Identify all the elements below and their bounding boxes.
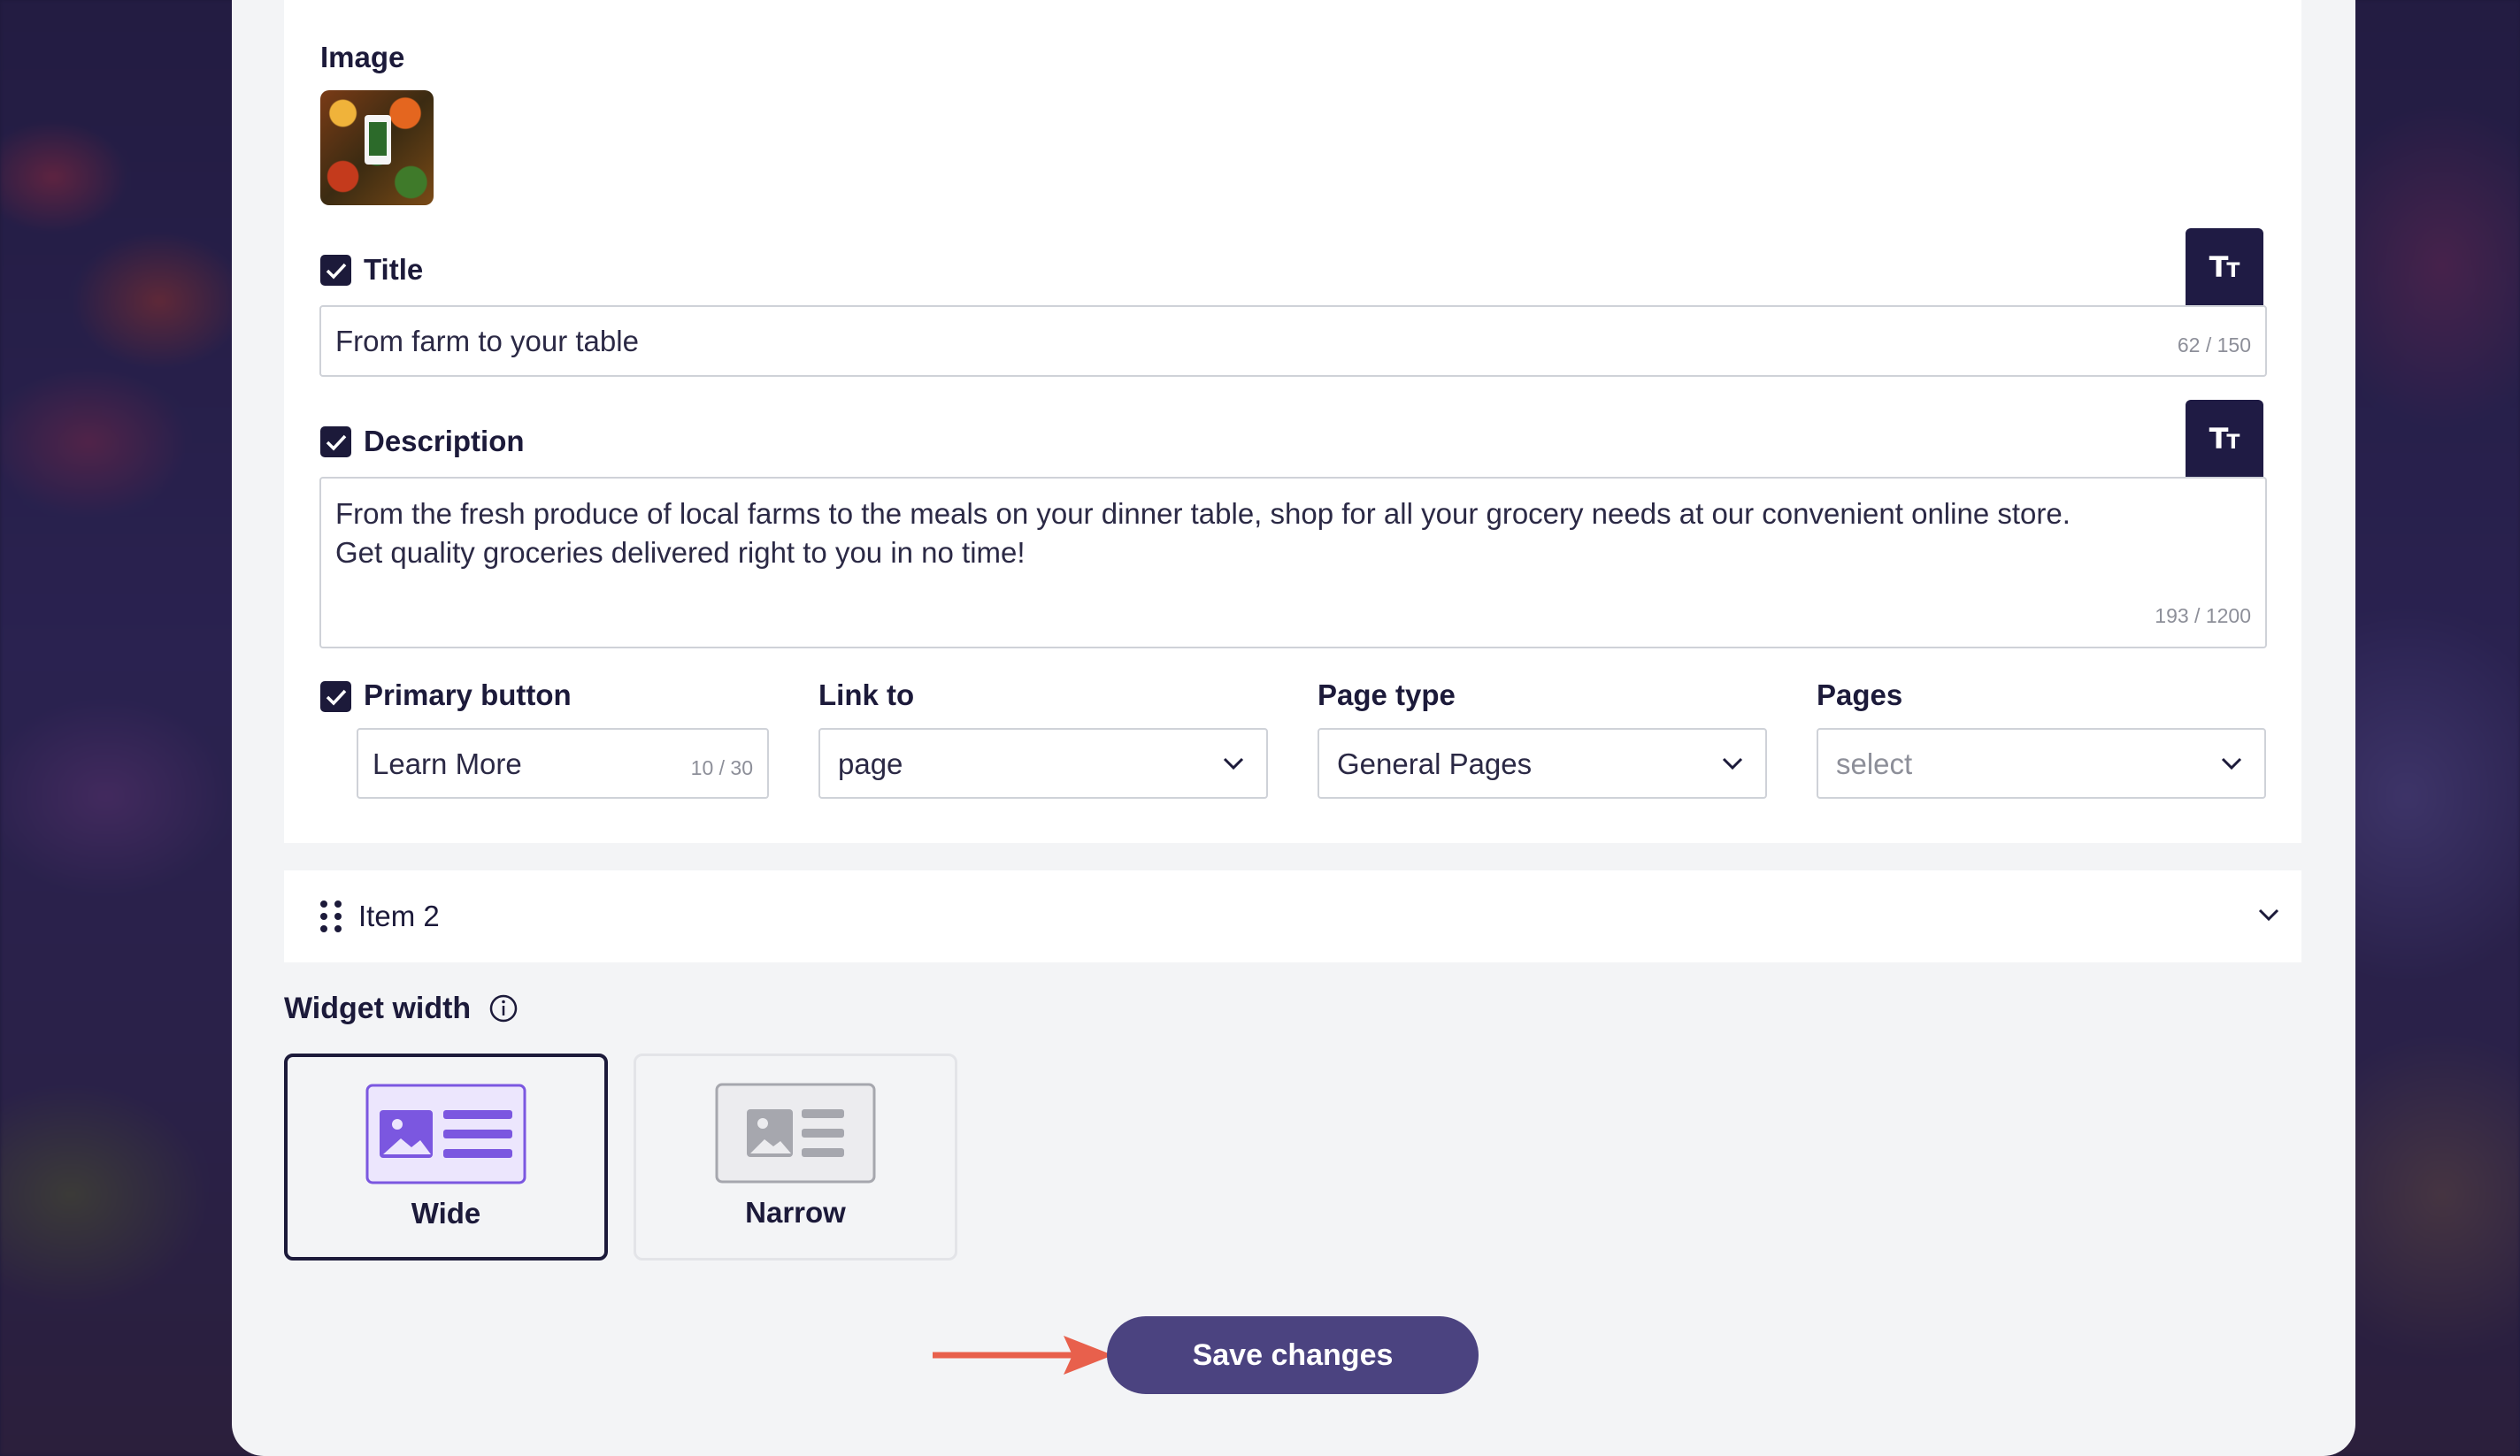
title-input[interactable]: From farm to your table 62 / 150	[319, 305, 2267, 377]
pages-label: Pages	[1817, 678, 1903, 711]
chevron-down-icon	[2221, 757, 2242, 770]
widget-width-narrow-option[interactable]: Narrow	[634, 1054, 957, 1261]
link-to-value: page	[838, 747, 903, 780]
primary-button-text-value: Learn More	[373, 747, 522, 780]
widget-width-label: Widget width	[284, 992, 472, 1025]
narrow-option-label: Narrow	[745, 1196, 846, 1229]
chevron-down-icon[interactable]	[2257, 908, 2280, 922]
title-format-button[interactable]: TT	[2186, 228, 2263, 306]
check-icon	[326, 689, 347, 706]
page-type-label: Page type	[1318, 678, 1456, 711]
page-type-value: General Pages	[1337, 747, 1533, 780]
title-label: Title	[364, 253, 424, 286]
description-format-button[interactable]: TT	[2186, 400, 2263, 478]
narrow-layout-icon	[715, 1083, 876, 1184]
title-char-counter: 62 / 150	[2177, 333, 2251, 356]
description-textarea-value: From the fresh produce of local farms to…	[335, 497, 2071, 569]
page-type-select[interactable]: General Pages	[1318, 728, 1767, 799]
item-2-label: Item 2	[358, 900, 440, 932]
chevron-down-icon	[1223, 757, 1244, 770]
wide-layout-icon	[365, 1084, 526, 1184]
save-changes-button[interactable]: Save changes	[1107, 1316, 1479, 1394]
description-label: Description	[364, 425, 525, 457]
primary-button-char-counter: 10 / 30	[690, 756, 753, 779]
description-char-counter: 193 / 1200	[2155, 604, 2251, 627]
pages-placeholder: select	[1836, 747, 1913, 780]
link-to-select[interactable]: page	[818, 728, 1268, 799]
primary-button-text-input[interactable]: Learn More 10 / 30	[357, 728, 769, 799]
item-1-card	[284, 0, 2301, 843]
text-format-icon: TT	[2209, 250, 2240, 284]
title-checkbox[interactable]	[320, 255, 351, 286]
drag-handle-icon[interactable]	[319, 900, 342, 932]
chevron-down-icon	[1722, 757, 1743, 770]
item-2-accordion[interactable]: Item 2	[284, 870, 2301, 962]
description-checkbox[interactable]	[320, 426, 351, 457]
check-icon	[326, 263, 347, 280]
title-input-value: From farm to your table	[335, 325, 639, 357]
wide-option-label: Wide	[411, 1197, 481, 1230]
widget-width-wide-option[interactable]: Wide	[284, 1054, 608, 1261]
pages-select[interactable]: select	[1817, 728, 2266, 799]
info-icon[interactable]	[488, 993, 519, 1023]
check-icon	[326, 434, 347, 451]
description-textarea[interactable]: From the fresh produce of local farms to…	[319, 477, 2267, 648]
image-label: Image	[320, 41, 405, 73]
produce-image-thumbnail[interactable]	[320, 90, 434, 205]
phone-graphic	[365, 115, 391, 165]
link-to-label: Link to	[818, 678, 915, 711]
arrow-pointer-icon	[933, 1336, 1113, 1375]
primary-button-checkbox[interactable]	[320, 681, 351, 712]
primary-button-label: Primary button	[364, 678, 572, 711]
text-format-icon: TT	[2209, 422, 2240, 456]
